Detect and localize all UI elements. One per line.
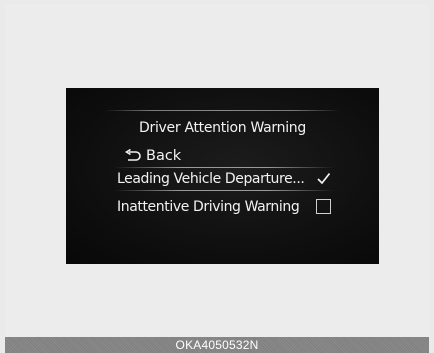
figure-caption: OKA4050532N (5, 337, 429, 353)
menu-title: Driver Attention Warning (139, 120, 306, 136)
empty-checkbox-icon[interactable] (316, 199, 331, 214)
selection-bottom-line (114, 190, 334, 191)
menu-item-leading-vehicle-departure[interactable]: Leading Vehicle Departure... (114, 168, 334, 189)
menu-item-label: Leading Vehicle Departure... (117, 170, 305, 187)
cluster-display: Driver Attention Warning Back Leading Ve… (66, 88, 379, 264)
figure-frame: Driver Attention Warning Back Leading Ve… (5, 4, 429, 337)
header-divider (104, 110, 340, 111)
menu-item-label: Inattentive Driving Warning (117, 198, 300, 215)
checkmark-icon[interactable] (316, 171, 331, 186)
back-arrow-icon (124, 148, 142, 163)
menu-item-inattentive-driving-warning[interactable]: Inattentive Driving Warning (114, 196, 334, 217)
back-label: Back (146, 148, 182, 164)
back-button[interactable]: Back (124, 146, 181, 166)
